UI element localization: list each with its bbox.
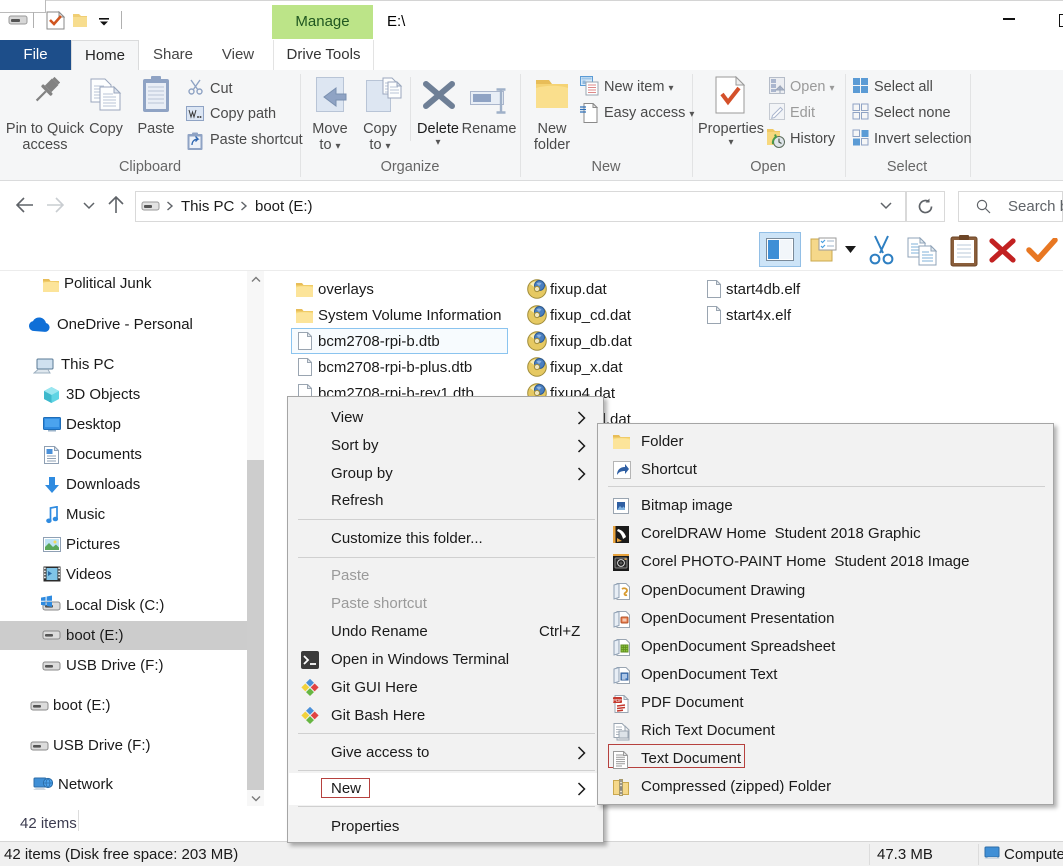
svg-text:PDF: PDF (613, 698, 622, 703)
